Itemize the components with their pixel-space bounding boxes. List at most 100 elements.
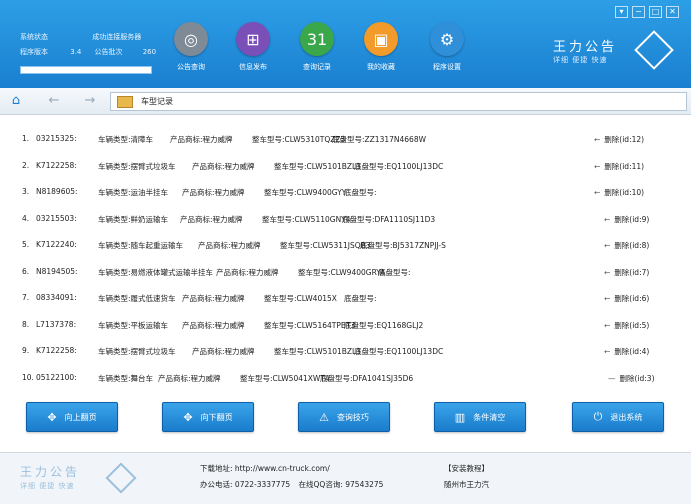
move-icon: ✥ xyxy=(47,410,57,424)
record-code: L7137378: xyxy=(36,319,77,329)
button-label: 向下翻页 xyxy=(200,412,233,422)
back-arrow-icon[interactable]: ← xyxy=(46,93,62,109)
record-code: 05122100: xyxy=(36,372,77,382)
address-field[interactable]: 车型记录 xyxy=(110,92,687,111)
record-model: 整车型号:CLW5101BZL3 xyxy=(274,347,361,356)
record-model: 整车型号:CLW9400GRYA xyxy=(298,267,386,277)
record-model: 整车型号:CLW9400GYY xyxy=(264,188,347,197)
delete-link[interactable]: ← 删除(id:4) xyxy=(604,346,649,357)
contact-line: 办公电话: 0722-3337775 在线QQ咨询: 97543275 xyxy=(200,479,383,490)
address-bar: ⌂ ← → 车型记录 xyxy=(0,88,691,115)
version-value: 3.4 xyxy=(70,48,82,56)
record-model: 整车型号:CLW5311JSQB3 xyxy=(280,241,371,250)
record-chassis: 底盘型号:DFA1110SJ11D3 xyxy=(342,214,436,224)
page-up-button[interactable]: ✥ 向上翻页 xyxy=(26,402,118,432)
minimize-icon[interactable]: ▾ xyxy=(615,6,628,18)
delete-link[interactable]: ← 删除(id:5) xyxy=(604,320,649,331)
phone-value: 0722-3337775 xyxy=(234,480,291,489)
footer-logo xyxy=(105,462,137,494)
record-chassis: 底盘型号:EQ1100LJ13DC xyxy=(354,161,444,171)
restore-icon[interactable]: − xyxy=(632,6,645,18)
trash-icon: ▥ xyxy=(454,410,466,424)
nav-favorites[interactable]: ▣ 我的收藏 xyxy=(354,22,408,72)
record-code: 03215325: xyxy=(36,134,77,143)
delete-label: 删除(id:8) xyxy=(614,241,650,250)
record-model: 整车型号:CLW5101BZL3 xyxy=(274,161,361,171)
delete-label: 删除(id:7) xyxy=(614,267,650,277)
record-code: 08334091: xyxy=(36,293,77,302)
record-type: 车辆类型:易燃液体罐式运输半挂车 xyxy=(98,267,214,277)
status-label: 系统状态 xyxy=(20,33,48,41)
radar-icon: ◎ xyxy=(174,22,208,56)
home-icon[interactable]: ⌂ xyxy=(8,93,24,109)
batch-value: 260 xyxy=(142,48,157,56)
delete-link[interactable]: — 删除(id:3) xyxy=(608,373,655,384)
record-chassis: 底盘型号:DFA1041SJ35D6 xyxy=(320,373,414,383)
close-icon[interactable]: ✕ xyxy=(666,6,679,18)
delete-label: 删除(id:11) xyxy=(604,161,645,171)
record-code: K7122240: xyxy=(36,240,77,249)
record-chassis: 底盘型号: xyxy=(378,267,411,277)
delete-link[interactable]: ← 删除(id:10) xyxy=(594,187,644,198)
record-brand: 产品商标:程力威牌 xyxy=(182,320,245,330)
record-model: 整车型号:CLW5110GNY4 xyxy=(262,214,351,224)
arrow-left-icon: ← xyxy=(604,267,611,277)
record-code: N8194505: xyxy=(36,266,78,276)
delete-link[interactable]: ← 删除(id:6) xyxy=(604,293,649,304)
status-value: 成功连接服务器 xyxy=(92,33,142,41)
nav-info-publish[interactable]: ⊞ 信息发布 xyxy=(226,22,280,72)
download-url[interactable]: http://www.cn-truck.com/ xyxy=(235,464,330,473)
phone-label: 办公电话: xyxy=(200,480,233,489)
delete-link[interactable]: ← 删除(id:12) xyxy=(594,134,644,145)
folder-icon xyxy=(117,96,133,108)
record-brand: 产品商标:程力威牌 xyxy=(192,161,255,171)
delete-link[interactable]: ← 删除(id:9) xyxy=(604,214,649,225)
address-path: 车型记录 xyxy=(141,97,173,106)
footer: 王力公告 详细 便捷 快速 下载地址: http://www.cn-truck.… xyxy=(0,452,691,504)
exit-button[interactable]: ⏻ 退出系统 xyxy=(572,402,664,432)
delete-link[interactable]: ← 删除(id:8) xyxy=(604,240,649,251)
record-brand: 产品商标:程力威牌 xyxy=(180,214,243,224)
record-idx: 3. xyxy=(22,187,30,196)
move-icon: ✥ xyxy=(183,410,193,424)
footer-brand-subtitle: 详细 便捷 快速 xyxy=(20,482,75,490)
arrow-left-icon: ← xyxy=(604,214,611,224)
clear-conditions-button[interactable]: ▥ 条件清空 xyxy=(434,402,526,432)
nav-settings[interactable]: ⚙ 程序设置 xyxy=(420,22,474,72)
forward-arrow-icon[interactable]: → xyxy=(82,93,98,109)
app-header: ▾ − □ ✕ 系统状态 成功连接服务器 程序版本 3.4 公告批次 260 ◎… xyxy=(0,0,691,88)
record-brand: 产品商标:程力威牌 xyxy=(158,373,221,383)
status-panel: 系统状态 成功连接服务器 程序版本 3.4 公告批次 260 xyxy=(20,30,156,60)
record-idx: 1. xyxy=(22,134,30,143)
brand-logo xyxy=(634,30,674,70)
record-idx: 4. xyxy=(22,213,30,223)
install-tutorial-link[interactable]: 【安装教程】 xyxy=(444,463,489,474)
delete-link[interactable]: ← 删除(id:7) xyxy=(604,267,649,278)
nav-notice-query[interactable]: ◎ 公告查询 xyxy=(164,22,218,72)
delete-label: 删除(id:10) xyxy=(604,188,645,197)
nav-label: 信息发布 xyxy=(239,63,267,71)
nav-query-records[interactable]: 31 查询记录 xyxy=(290,22,344,72)
warning-icon: ⚠ xyxy=(319,410,329,424)
footer-brand: 王力公告 xyxy=(20,465,81,479)
arrow-left-icon: ← xyxy=(594,135,601,144)
maximize-icon[interactable]: □ xyxy=(649,6,662,18)
record-chassis: 底盘型号:EQ1100LJ13DC xyxy=(354,347,444,356)
record-type: 车辆类型:运油半挂车 xyxy=(98,188,169,197)
delete-link[interactable]: ← 删除(id:11) xyxy=(594,161,644,172)
record-model: 整车型号:CLW5164TPBT3 xyxy=(264,320,356,330)
qq-label: 在线QQ咨询: xyxy=(298,480,343,489)
nav-label: 我的收藏 xyxy=(367,63,395,71)
page-down-button[interactable]: ✥ 向下翻页 xyxy=(162,402,254,432)
query-tips-button[interactable]: ⚠ 查询技巧 xyxy=(298,402,390,432)
record-code: N8189605: xyxy=(36,187,78,196)
record-chassis: 底盘型号: xyxy=(344,188,377,197)
cart-icon: ⊞ xyxy=(236,22,270,56)
record-type: 车辆类型:鲜奶运输车 xyxy=(98,214,169,224)
button-label: 向上翻页 xyxy=(64,412,97,422)
company-name: 随州市王力汽 xyxy=(444,480,489,489)
arrow-left-icon: ← xyxy=(594,161,601,171)
button-label: 退出系统 xyxy=(610,412,643,422)
record-idx: 10. xyxy=(22,372,34,382)
record-chassis: 底盘型号:ZZ1317N4668W xyxy=(332,135,427,144)
